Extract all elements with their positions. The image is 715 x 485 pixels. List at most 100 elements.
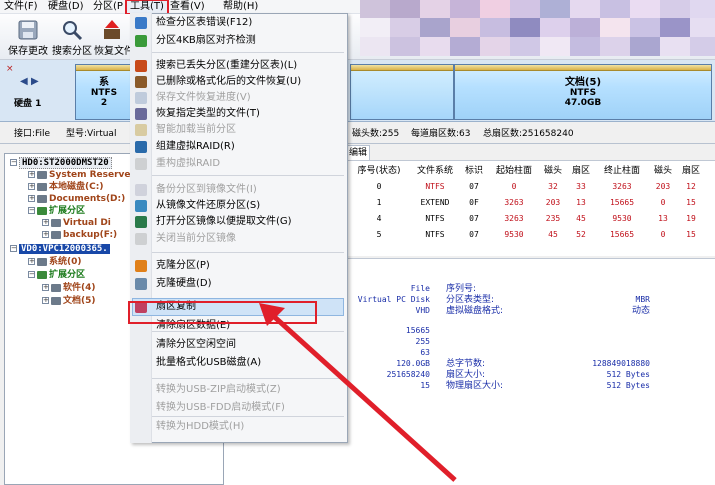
menu-item[interactable]: 重构虚拟RAID (156, 156, 346, 172)
table-cell[interactable]: 0 (650, 228, 676, 242)
table-cell[interactable]: 52 (568, 228, 594, 242)
table-cell[interactable]: 15665 (596, 196, 648, 210)
menu-item[interactable]: 克隆硬盘(D) (156, 276, 346, 292)
table-cell[interactable]: 0 (650, 196, 676, 210)
tree-node-system-reserved[interactable]: + System Reserve (28, 169, 131, 181)
recover-files-button[interactable]: 恢复文件 (94, 18, 130, 58)
smart-icon (135, 124, 147, 136)
table-cell[interactable]: 12 (678, 180, 704, 194)
tree-node-extended-hd0[interactable]: − 扩展分区 (28, 205, 85, 217)
table-cell[interactable]: 45 (540, 228, 566, 242)
tree-node-documents-d[interactable]: + Documents(D:) (28, 193, 125, 205)
tree-node-backup-f[interactable]: + backup(F:) (42, 229, 117, 241)
menu-view[interactable]: 查看(V) (170, 0, 205, 14)
search-partition-button[interactable]: 搜索分区 (50, 18, 94, 58)
menu-item[interactable]: 打开分区镜像以便提取文件(G) (156, 214, 346, 230)
partition-block-software[interactable] (350, 64, 454, 120)
tree-node-virtual-disk[interactable]: + Virtual Di (42, 217, 111, 229)
open-image-icon (135, 216, 147, 228)
col-header-filesystem[interactable]: 文件系统 (410, 164, 460, 178)
table-cell[interactable]: 4 (350, 212, 408, 226)
table-cell[interactable]: 0 (350, 180, 408, 194)
table-cell[interactable]: 15665 (596, 228, 648, 242)
menu-item[interactable]: 已删除或格式化后的文件恢复(U) (156, 74, 346, 90)
detail-partition-table-type: MBR (635, 295, 650, 304)
partition-fs: NTFS (90, 88, 118, 98)
menu-disk[interactable]: 硬盘(D) (48, 0, 84, 14)
table-cell[interactable]: 9530 (489, 228, 539, 242)
table-cell[interactable]: 0 (489, 180, 539, 194)
menu-file[interactable]: 文件(F) (4, 0, 38, 14)
tree-node-system-0[interactable]: + 系统(0) (28, 256, 82, 268)
partition-icon (37, 194, 47, 203)
table-cell[interactable]: 07 (462, 180, 486, 194)
table-cell[interactable]: 32 (540, 180, 566, 194)
table-cell[interactable]: 3263 (596, 180, 648, 194)
menu-item[interactable]: 分区4KB扇区对齐检测 (156, 33, 346, 49)
partition-name: 文档(5) (564, 77, 602, 88)
tree-node-hd0[interactable]: − HD0:ST2000DMST20 (10, 157, 112, 169)
partition-block-system[interactable]: 系 NTFS 2 (75, 64, 133, 120)
tree-node-local-c[interactable]: + 本地磁盘(C:) (28, 181, 103, 193)
col-header-start-head[interactable]: 磁头 (540, 164, 566, 178)
table-cell[interactable]: 3263 (489, 212, 539, 226)
table-cell[interactable]: 235 (540, 212, 566, 226)
partition-fs: NTFS (569, 88, 597, 98)
table-cell[interactable]: 07 (462, 228, 486, 242)
table-cell[interactable]: 1 (350, 196, 408, 210)
menu-item[interactable]: 智能加载当前分区 (156, 122, 346, 138)
table-cell[interactable]: 07 (462, 212, 486, 226)
col-header-index[interactable]: 序号(状态) (350, 164, 408, 178)
prev-disk-icon[interactable]: ◀ (20, 76, 28, 87)
table-cell[interactable]: 45 (568, 212, 594, 226)
table-cell[interactable]: EXTEND (410, 196, 460, 210)
col-header-end-sector[interactable]: 扇区 (678, 164, 704, 178)
table-cell[interactable]: 9530 (596, 212, 648, 226)
partition-size: 47.0GB (564, 98, 602, 108)
menu-help[interactable]: 帮助(H) (223, 0, 258, 14)
menu-partition[interactable]: 分区(P (93, 0, 123, 14)
table-cell[interactable]: 203 (540, 196, 566, 210)
save-icon (18, 20, 38, 40)
table-cell[interactable]: 15 (678, 196, 704, 210)
menu-item[interactable]: 搜索已丢失分区(重建分区表)(L) (156, 58, 346, 74)
tree-node-vd0[interactable]: − VD0:VPC12000365. (10, 243, 110, 255)
partition-block-documents[interactable]: 文档(5) NTFS 47.0GB (454, 64, 712, 120)
table-cell[interactable]: NTFS (410, 212, 460, 226)
tree-node-extended-vd0[interactable]: − 扩展分区 (28, 269, 85, 281)
table-cell[interactable]: 19 (678, 212, 704, 226)
table-cell[interactable]: 33 (568, 180, 594, 194)
tree-node-documents-5[interactable]: + 文档(5) (42, 295, 96, 307)
partition-name: 系 (99, 77, 109, 88)
table-cell[interactable]: NTFS (410, 180, 460, 194)
col-header-start-cylinder[interactable]: 起始柱面 (489, 164, 539, 178)
next-disk-icon[interactable]: ▶ (31, 76, 39, 87)
menu-item[interactable]: 备份分区到镜像文件(I) (156, 182, 346, 198)
menu-item[interactable]: 恢复指定类型的文件(T) (156, 106, 346, 122)
menu-item[interactable]: 保存文件恢复进度(V) (156, 90, 346, 106)
table-cell[interactable]: 3263 (489, 196, 539, 210)
col-header-id[interactable]: 标识 (462, 164, 486, 178)
save-changes-button[interactable]: 保存更改 (6, 18, 50, 58)
col-header-start-sector[interactable]: 扇区 (568, 164, 594, 178)
menu-item[interactable]: 克隆分区(P) (156, 258, 346, 274)
menu-item[interactable]: 检查分区表错误(F12) (156, 15, 346, 31)
tab-edit[interactable]: 编辑 (346, 145, 371, 160)
menu-item[interactable]: 组建虚拟RAID(R) (156, 139, 346, 155)
tree-node-software-4[interactable]: + 软件(4) (42, 282, 96, 294)
partition-icon (51, 218, 61, 227)
table-cell[interactable]: 0F (462, 196, 486, 210)
table-cell[interactable]: 5 (350, 228, 408, 242)
table-cell[interactable]: 13 (650, 212, 676, 226)
table-cell[interactable]: NTFS (410, 228, 460, 242)
table-cell[interactable]: 13 (568, 196, 594, 210)
menu-item[interactable]: 从镜像文件还原分区(S) (156, 198, 346, 214)
menu-item[interactable]: 关闭当前分区镜像 (156, 231, 346, 247)
detail-physical-sector-size: 512 Bytes (606, 381, 650, 390)
col-header-end-head[interactable]: 磁头 (650, 164, 676, 178)
col-header-end-cylinder[interactable]: 终止柱面 (596, 164, 648, 178)
detail-total-bytes: 128849018880 (592, 359, 650, 368)
disk-close-icon[interactable]: × (6, 64, 14, 74)
table-cell[interactable]: 15 (678, 228, 704, 242)
table-cell[interactable]: 203 (650, 180, 676, 194)
